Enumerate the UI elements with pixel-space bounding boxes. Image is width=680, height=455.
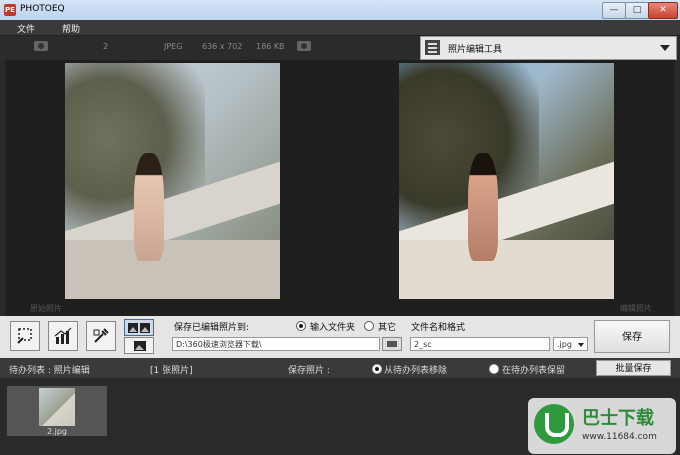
- save-photos-label: 保存照片 :: [288, 366, 330, 376]
- image-icon: [134, 341, 146, 351]
- photo-size: 186 KB: [256, 42, 285, 51]
- queue-item-label: 2.jpg: [46, 427, 67, 436]
- format-select[interactable]: .jpg: [553, 337, 588, 351]
- queue-count: [1 张照片]: [150, 366, 193, 376]
- photo-format: JPEG: [164, 42, 183, 51]
- queue-list-label: 待办列表 : 照片编辑: [9, 366, 90, 376]
- window-title: PHOTOEQ: [20, 4, 65, 14]
- save-button[interactable]: 保存: [594, 320, 670, 353]
- remove-from-queue-label: 从待办列表移除: [384, 366, 448, 376]
- single-view-button[interactable]: [124, 337, 154, 354]
- eyedropper-tool-button[interactable]: [86, 321, 116, 351]
- edited-photo-caption: 编辑照片: [620, 304, 652, 313]
- tools-dropdown-label: 照片编辑工具: [448, 45, 503, 55]
- menu-bar: 文件 帮助: [0, 20, 680, 36]
- title-bar: PE PHOTOEQ — □ ✕: [0, 0, 680, 21]
- save-path-input[interactable]: D:\360极速浏览器下载\: [172, 337, 380, 351]
- other-folder-label: 其它: [378, 323, 397, 333]
- watermark-name: 巴士下载: [582, 408, 654, 429]
- queue-item[interactable]: 2.jpg: [7, 386, 107, 436]
- edited-photo: [399, 63, 614, 299]
- eyedropper-icon: [93, 328, 109, 343]
- chevron-down-icon: [660, 45, 670, 51]
- watermark-url: www.11684.com: [582, 432, 657, 442]
- save-to-label: 保存已编辑照片到:: [174, 323, 250, 333]
- histogram-tool-button[interactable]: [48, 321, 78, 351]
- minimize-button[interactable]: —: [602, 2, 626, 19]
- filename-format-label: 文件名和格式: [411, 323, 466, 333]
- crop-icon: [17, 328, 32, 344]
- folder-icon: [387, 341, 397, 347]
- menu-file[interactable]: 文件: [17, 22, 35, 35]
- queue-item-thumbnail: [39, 388, 75, 426]
- sliders-icon: [425, 40, 440, 55]
- chart-icon: [54, 327, 72, 344]
- batch-save-button[interactable]: 批量保存: [596, 360, 671, 376]
- input-folder-radio[interactable]: [296, 321, 306, 331]
- input-folder-label: 输入文件夹: [310, 323, 356, 333]
- app-icon: PE: [4, 4, 16, 16]
- photo-icon: [34, 41, 48, 51]
- original-photo-caption: 原始照片: [30, 304, 62, 313]
- split-view-icon: [128, 323, 150, 333]
- crop-tool-button[interactable]: [10, 321, 40, 351]
- remove-from-queue-radio[interactable]: [372, 364, 382, 374]
- keep-in-queue-radio[interactable]: [489, 364, 499, 374]
- close-button[interactable]: ✕: [648, 2, 678, 19]
- compare-view-button[interactable]: [124, 319, 154, 336]
- keep-in-queue-label: 在待办列表保留: [502, 366, 566, 376]
- bus-logo-icon: [534, 404, 574, 444]
- photo-dimensions: 636 x 702: [202, 42, 243, 51]
- other-folder-radio[interactable]: [364, 321, 374, 331]
- filename-input[interactable]: 2_sc: [410, 337, 550, 351]
- camera-icon: [297, 41, 311, 51]
- menu-help[interactable]: 帮助: [62, 22, 80, 35]
- photo-viewer: 原始照片 编辑照片: [5, 60, 675, 316]
- browse-folder-button[interactable]: [382, 337, 402, 351]
- watermark-logo: 巴士下载 www.11684.com: [528, 398, 676, 454]
- save-panel: 保存已编辑照片到: 输入文件夹 其它 D:\360极速浏览器下载\ 文件名和格式…: [0, 316, 680, 358]
- photo-count: 2: [103, 42, 109, 51]
- tools-dropdown[interactable]: 照片编辑工具: [420, 36, 677, 60]
- original-photo: [65, 63, 280, 299]
- maximize-button[interactable]: □: [625, 2, 649, 19]
- queue-bar: 待办列表 : 照片编辑 [1 张照片] 保存照片 : 从待办列表移除 在待办列表…: [0, 358, 680, 378]
